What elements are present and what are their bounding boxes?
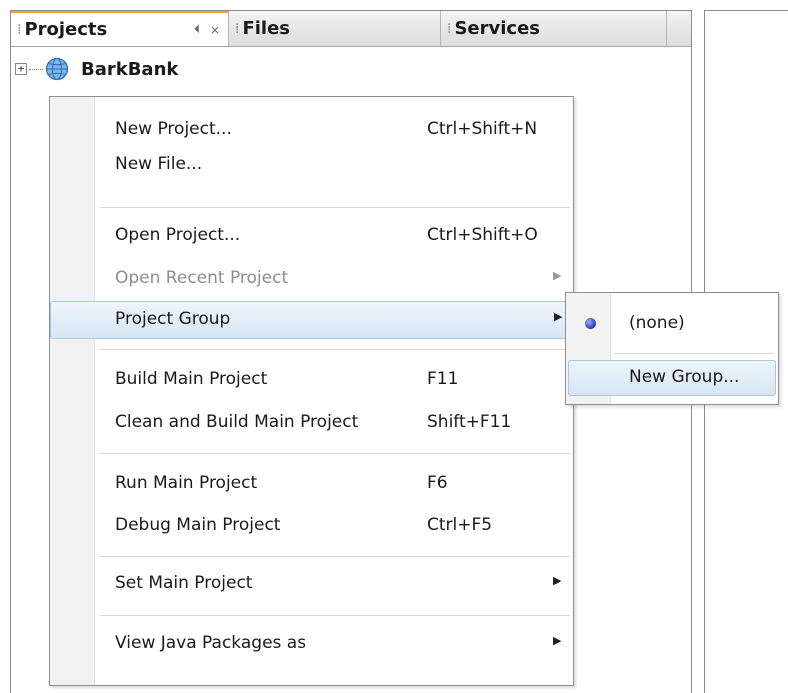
submenu-arrow-icon: ▶ [553, 269, 562, 282]
tab-label: Services [454, 18, 540, 39]
menu-separator [100, 349, 570, 350]
menu-item-label: Run Main Project [115, 473, 258, 493]
menu-item-project-group[interactable]: Project Group ▶ [50, 301, 573, 339]
menu-item-label: Open Project... [115, 225, 241, 245]
menu-item-label: Build Main Project [115, 369, 268, 389]
tab-bar: ⁞ Projects ⏴ × ⁞ Files ⁞ Services [11, 11, 691, 47]
menu-item-build-main-project[interactable]: Build Main Project F11 [54, 361, 569, 399]
menu-item-shortcut: Ctrl+Shift+O [427, 225, 538, 245]
menu-item-label: New Group... [629, 367, 740, 387]
project-group-submenu: (none) New Group... [565, 292, 779, 405]
tab-projects[interactable]: ⁞ Projects ⏴ × [11, 11, 229, 46]
submenu-arrow-icon: ▶ [553, 634, 562, 647]
tab-services[interactable]: ⁞ Services [441, 11, 667, 46]
menu-item-label: View Java Packages as [115, 633, 307, 653]
menu-item-label: Project Group [115, 309, 231, 329]
expand-icon[interactable]: + [15, 63, 27, 75]
submenu-item-new-group[interactable]: New Group... [568, 360, 776, 396]
menu-item-label: Clean and Build Main Project [115, 412, 359, 432]
close-icon[interactable]: × [210, 23, 220, 37]
project-tree-root[interactable]: + BarkBank [15, 57, 178, 81]
menu-item-debug-main-project[interactable]: Debug Main Project Ctrl+F5 [54, 507, 569, 545]
menu-item-shortcut: Ctrl+F5 [427, 515, 493, 535]
menu-item-shortcut: Ctrl+Shift+N [427, 119, 538, 139]
menu-separator [100, 207, 570, 208]
submenu-arrow-icon: ▶ [553, 574, 562, 587]
context-menu: New Project... Ctrl+Shift+N New File... … [49, 96, 574, 686]
tab-label: Projects [24, 19, 108, 40]
radio-selected-icon [585, 318, 596, 329]
menu-separator [100, 556, 570, 557]
menu-item-label: New Project... [115, 119, 232, 139]
menu-item-label: Set Main Project [115, 573, 253, 593]
menu-item-shortcut: F6 [427, 473, 448, 493]
menu-separator [614, 353, 774, 354]
minimize-icon[interactable]: ⏴ [194, 22, 200, 37]
menu-item-open-project[interactable]: Open Project... Ctrl+Shift+O [54, 217, 569, 255]
tab-label: Files [242, 18, 291, 39]
drag-grip-icon[interactable]: ⁞ [447, 21, 452, 37]
menu-item-new-project[interactable]: New Project... Ctrl+Shift+N [54, 111, 569, 149]
drag-grip-icon[interactable]: ⁞ [17, 22, 22, 38]
menu-item-label: Debug Main Project [115, 515, 281, 535]
menu-item-label: Open Recent Project [115, 268, 289, 288]
menu-item-new-file[interactable]: New File... [54, 146, 569, 184]
tree-connector [29, 68, 43, 70]
menu-item-shortcut: Shift+F11 [427, 412, 512, 432]
menu-item-label: (none) [629, 313, 685, 333]
submenu-item-none[interactable]: (none) [568, 306, 776, 342]
project-name[interactable]: BarkBank [81, 59, 178, 80]
menu-item-set-main-project[interactable]: Set Main Project ▶ [54, 565, 569, 603]
tab-files[interactable]: ⁞ Files [229, 11, 441, 46]
menu-item-shortcut: F11 [427, 369, 459, 389]
menu-separator [100, 615, 570, 616]
menu-item-clean-and-build[interactable]: Clean and Build Main Project Shift+F11 [54, 404, 569, 442]
drag-grip-icon[interactable]: ⁞ [235, 21, 240, 37]
menu-item-view-java-packages[interactable]: View Java Packages as ▶ [54, 625, 569, 663]
menu-item-label: New File... [115, 154, 203, 174]
menu-item-run-main-project[interactable]: Run Main Project F6 [54, 465, 569, 503]
globe-icon [45, 57, 69, 81]
submenu-arrow-icon: ▶ [554, 310, 563, 323]
menu-separator [100, 453, 570, 454]
menu-item-open-recent-project: Open Recent Project ▶ [54, 260, 569, 298]
